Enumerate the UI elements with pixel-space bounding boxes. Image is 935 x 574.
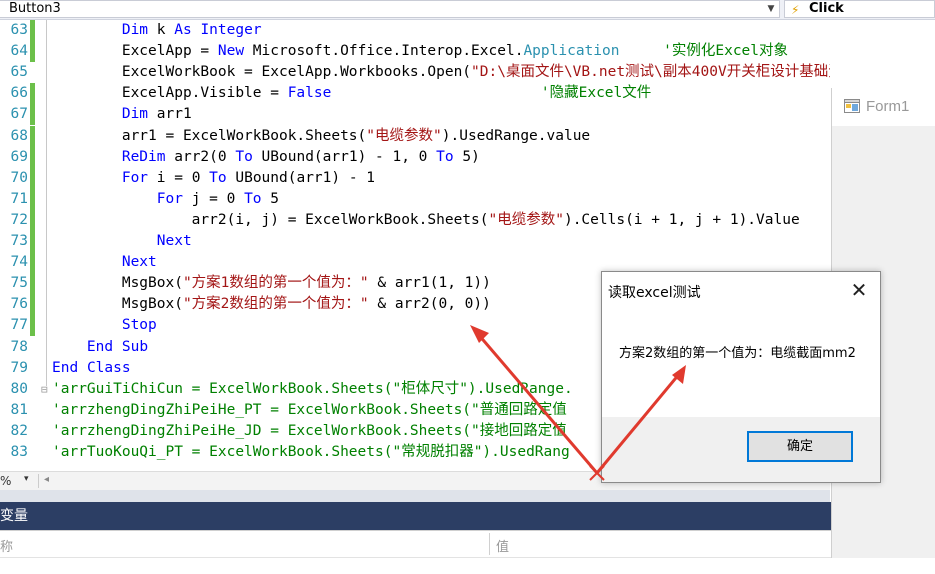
outline-guide-line <box>46 20 47 386</box>
form1-titlebar[interactable]: Form1 <box>832 88 935 126</box>
code-text: For i = 0 To UBound(arr1) - 1 <box>121 170 376 186</box>
divider <box>38 474 39 488</box>
column-divider[interactable] <box>489 533 490 555</box>
change-marker <box>30 315 35 336</box>
code-text: 'arrzhengDingZhiPeiHe_PT = ExcelWorkBook… <box>52 402 567 418</box>
line-number: 63 <box>10 22 28 38</box>
change-marker <box>30 20 35 41</box>
event-bolt-icon: ⚡ <box>791 3 800 17</box>
code-line[interactable]: 63 Dim k As Integer <box>0 20 830 41</box>
change-marker <box>30 126 35 147</box>
line-number: 65 <box>10 64 28 80</box>
code-text: ExcelApp = New Microsoft.Office.Interop.… <box>52 43 789 59</box>
change-marker <box>30 294 35 315</box>
code-text: MsgBox("方案1数组的第一个值为：" & arr1(1, 1)) <box>52 275 491 291</box>
line-number: 83 <box>10 444 28 460</box>
code-text: 'arrzhengDingZhiPeiHe_JD = ExcelWorkBook… <box>52 423 567 439</box>
code-line[interactable]: 64 ExcelApp = New Microsoft.Office.Inter… <box>0 41 830 62</box>
code-line[interactable]: 73 Next <box>0 231 830 252</box>
close-icon[interactable]: ✕ <box>849 278 869 302</box>
form1-title: Form1 <box>866 98 910 115</box>
line-number: 75 <box>10 275 28 291</box>
line-number: 73 <box>10 233 28 249</box>
code-text: arr2(i, j) = ExcelWorkBook.Sheets("电缆参数"… <box>52 212 800 228</box>
event-dropdown[interactable]: ⚡ Click <box>784 0 935 18</box>
event-dropdown-value: Click <box>809 1 844 16</box>
object-dropdown-value: Button3 <box>9 1 61 16</box>
line-number: 77 <box>10 317 28 333</box>
line-number: 74 <box>10 254 28 270</box>
code-line[interactable]: 72 arr2(i, j) = ExcelWorkBook.Sheets("电缆… <box>0 210 830 231</box>
line-number: 72 <box>10 212 28 228</box>
object-dropdown[interactable]: Button3 ▼ <box>0 0 780 18</box>
line-number: 64 <box>10 43 28 59</box>
code-navigation-bar: Button3 ▼ ⚡ Click <box>0 0 935 20</box>
line-number: 69 <box>10 149 28 165</box>
line-number: 70 <box>10 170 28 186</box>
change-marker <box>30 41 35 62</box>
code-text: MsgBox("方案2数组的第一个值为：" & arr2(0, 0)) <box>52 296 491 312</box>
line-number: 66 <box>10 85 28 101</box>
locals-panel-title: 变量 <box>0 502 832 530</box>
code-line[interactable]: 71 For j = 0 To 5 <box>0 189 830 210</box>
code-line[interactable]: 67 Dim arr1 <box>0 104 830 125</box>
change-marker <box>30 168 35 189</box>
line-number: 71 <box>10 191 28 207</box>
code-line[interactable]: 69 ReDim arr2(0 To UBound(arr1) - 1, 0 T… <box>0 147 830 168</box>
line-number: 76 <box>10 296 28 312</box>
code-text: 'arrGuiTiChiCun = ExcelWorkBook.Sheets("… <box>52 381 573 397</box>
code-text: Dim k As Integer <box>121 22 262 38</box>
chevron-down-icon: ▼ <box>767 4 775 14</box>
change-marker <box>30 104 35 125</box>
change-marker <box>30 210 35 231</box>
code-text: Dim arr1 <box>121 106 192 122</box>
line-number: 68 <box>10 128 28 144</box>
code-line[interactable]: 74 Next <box>0 252 830 273</box>
code-line[interactable]: 65 ExcelWorkBook = ExcelApp.Workbooks.Op… <box>0 62 830 83</box>
change-marker <box>30 252 35 273</box>
change-marker <box>30 273 35 294</box>
code-text: End Class <box>52 360 131 376</box>
code-text: ReDim arr2(0 To UBound(arr1) - 1, 0 To 5… <box>121 149 480 165</box>
line-number: 67 <box>10 106 28 122</box>
code-text: ExcelApp.Visible = False '隐藏Excel文件 <box>52 85 652 101</box>
line-number: 78 <box>10 339 28 355</box>
grid-row-line <box>0 557 832 558</box>
change-marker <box>30 189 35 210</box>
column-header-value[interactable]: 值 <box>496 536 509 555</box>
code-text: ExcelWorkBook = ExcelApp.Workbooks.Open(… <box>52 64 830 80</box>
dialog-title: 读取excel测试 <box>608 285 701 301</box>
code-text: For j = 0 To 5 <box>156 191 280 207</box>
change-marker <box>30 147 35 168</box>
code-text: Next <box>156 233 192 249</box>
locals-grid: 称 值 <box>0 530 832 574</box>
code-text: arr1 = ExcelWorkBook.Sheets("电缆参数").Used… <box>52 128 591 144</box>
code-text: End Sub <box>86 339 149 355</box>
panel-splitter[interactable] <box>0 490 830 502</box>
line-number: 79 <box>10 360 28 376</box>
zoom-level[interactable]: % <box>0 474 11 488</box>
line-number: 82 <box>10 423 28 439</box>
code-text: Stop <box>121 317 157 333</box>
dialog-footer: 确定 <box>602 417 880 482</box>
change-marker <box>30 83 35 104</box>
zoom-dropdown-icon[interactable]: ▾ <box>24 474 29 484</box>
code-text: Next <box>121 254 157 270</box>
ok-button[interactable]: 确定 <box>747 431 853 462</box>
change-marker <box>30 231 35 252</box>
code-text: 'arrTuoKouQi_PT = ExcelWorkBook.Sheets("… <box>52 444 570 460</box>
column-header-name[interactable]: 称 <box>0 536 13 555</box>
message-box-dialog: 读取excel测试 ✕ 方案2数组的第一个值为：电缆截面mm2 确定 <box>601 271 881 483</box>
scroll-left-icon[interactable]: ◂ <box>44 474 49 485</box>
line-number: 80 <box>10 381 28 397</box>
form-icon <box>844 99 860 113</box>
line-number: 81 <box>10 402 28 418</box>
code-line[interactable]: 66 ExcelApp.Visible = False '隐藏Excel文件 <box>0 83 830 104</box>
dialog-message: 方案2数组的第一个值为：电缆截面mm2 <box>619 346 856 361</box>
code-line[interactable]: 68 arr1 = ExcelWorkBook.Sheets("电缆参数").U… <box>0 126 830 147</box>
code-line[interactable]: 70 For i = 0 To UBound(arr1) - 1 <box>0 168 830 189</box>
